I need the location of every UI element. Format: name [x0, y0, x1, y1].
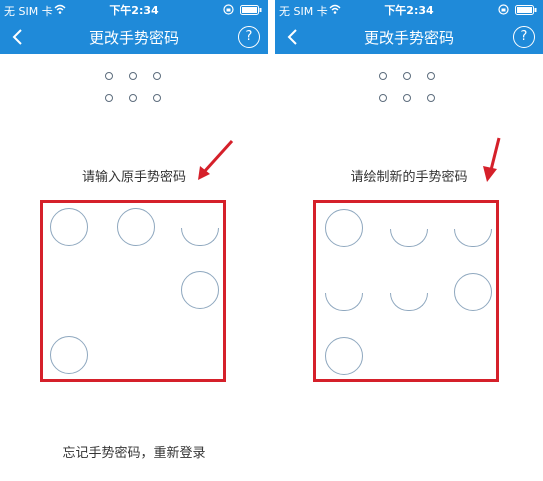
preview-dot [403, 94, 411, 102]
gesture-preview [0, 72, 268, 122]
pointer-arrow-icon [483, 137, 501, 182]
forgot-gesture-link[interactable]: 忘记手势密码，重新登录 [0, 442, 268, 461]
battery-icon [515, 5, 537, 15]
help-button[interactable]: ? [238, 26, 260, 48]
pattern-node[interactable] [325, 337, 363, 375]
page-title: 更改手势密码 [363, 29, 454, 47]
status-bar: 无 SIM 卡 下午2:34 [275, 0, 543, 20]
pattern-node[interactable] [454, 273, 492, 311]
gesture-preview [275, 72, 543, 122]
preview-dot [129, 94, 137, 102]
status-bar: 无 SIM 卡 下午2:34 [0, 0, 268, 20]
gesture-pattern-grid[interactable] [313, 200, 499, 382]
preview-dot [379, 72, 387, 80]
pattern-node[interactable] [325, 273, 363, 311]
preview-dot [427, 72, 435, 80]
nav-bar: 更改手势密码 ? [275, 20, 543, 54]
preview-dot [403, 72, 411, 80]
pattern-node[interactable] [454, 209, 492, 247]
preview-dot [105, 94, 113, 102]
pattern-node[interactable] [181, 271, 219, 309]
battery-icon [240, 5, 262, 15]
preview-dot [105, 72, 113, 80]
preview-dot [153, 94, 161, 102]
preview-dot [427, 94, 435, 102]
pattern-node[interactable] [181, 208, 219, 246]
pattern-node[interactable] [325, 209, 363, 247]
pattern-node[interactable] [390, 273, 428, 311]
pattern-node[interactable] [390, 209, 428, 247]
preview-dot [379, 94, 387, 102]
nav-bar: 更改手势密码 ? [0, 20, 268, 54]
pattern-node[interactable] [117, 208, 155, 246]
page-title: 更改手势密码 [88, 29, 179, 47]
orientation-lock-icon [498, 4, 509, 15]
left-phone-screen: 无 SIM 卡 下午2:34 更改手势密码 ? 请输入原手势密码 忘记手势密码，… [0, 0, 268, 481]
gesture-pattern-grid[interactable] [40, 200, 226, 382]
help-button[interactable]: ? [513, 26, 535, 48]
pointer-arrow-icon [198, 139, 234, 180]
orientation-lock-icon [223, 4, 234, 15]
pattern-node[interactable] [50, 208, 88, 246]
preview-dot [129, 72, 137, 80]
right-phone-screen: 无 SIM 卡 下午2:34 更改手势密码 ? 请绘制新的手势密码 [275, 0, 543, 481]
pattern-node[interactable] [50, 336, 88, 374]
preview-dot [153, 72, 161, 80]
